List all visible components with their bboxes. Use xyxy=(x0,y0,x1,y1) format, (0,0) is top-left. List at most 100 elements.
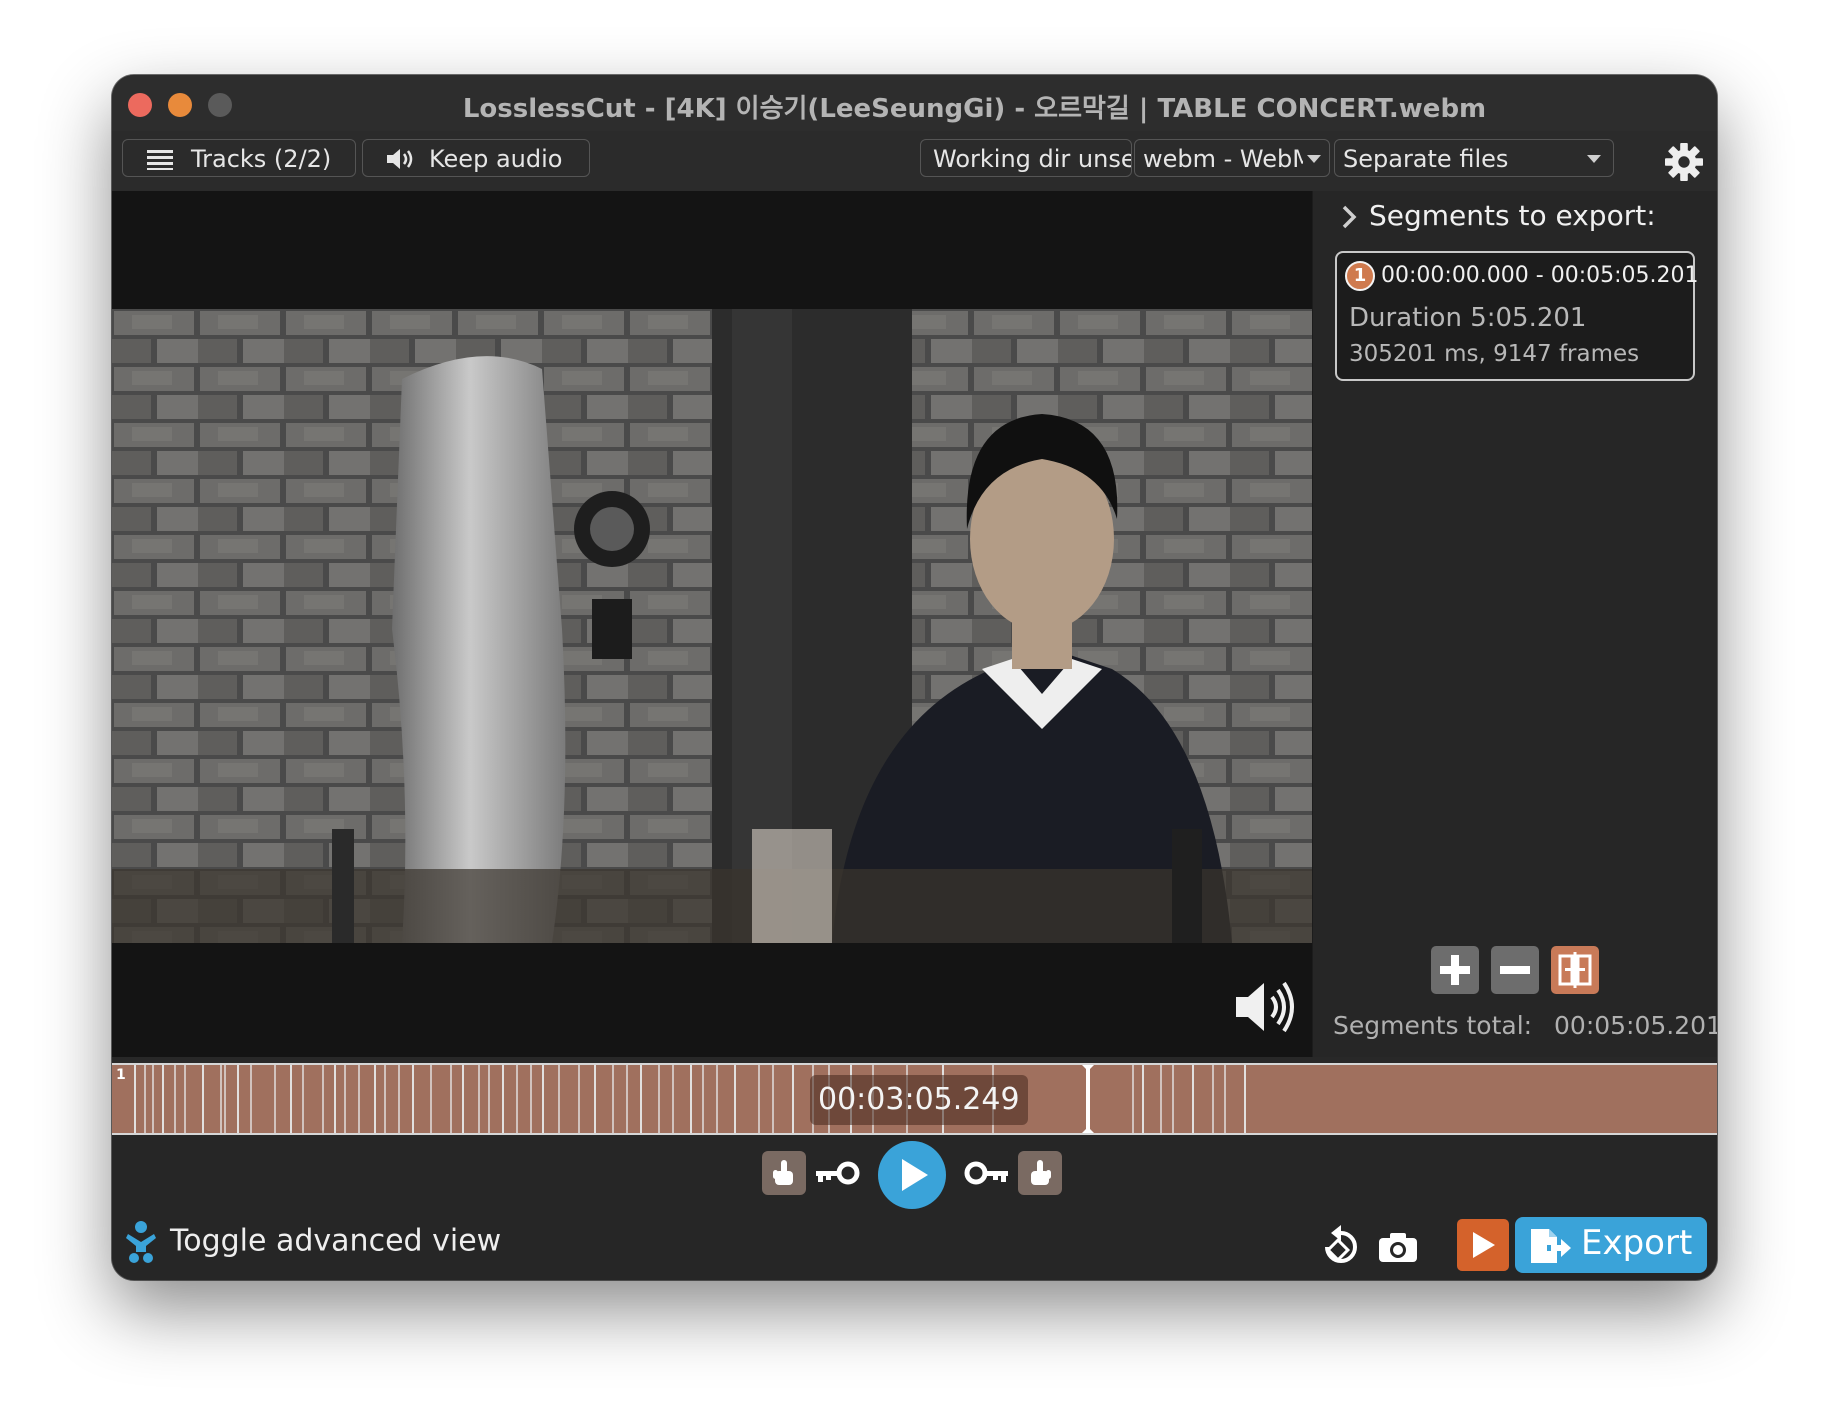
app-window: LosslessCut - [4K] 이승기(LeeSeungGi) - 오르막… xyxy=(112,75,1717,1280)
keyframe-tick xyxy=(334,1065,336,1133)
keyframe-tick xyxy=(1212,1065,1214,1133)
keyframe-tick xyxy=(152,1065,154,1133)
keyframe-tick xyxy=(578,1065,580,1133)
keyframe-tick xyxy=(758,1065,760,1133)
segments-total: Segments total: 00:05:05.201 xyxy=(1333,1011,1717,1040)
keyframe-tick xyxy=(1172,1065,1174,1133)
keyframe-tick xyxy=(792,1065,794,1133)
rotate-icon xyxy=(1325,1225,1357,1263)
keyframe-tick xyxy=(134,1065,136,1133)
keyframe-tick xyxy=(322,1065,324,1133)
keyframe-tick xyxy=(1224,1065,1226,1133)
capture-button[interactable] xyxy=(1457,1219,1509,1271)
jump-cut-end-button[interactable] xyxy=(962,1151,1012,1195)
keyframe-tick xyxy=(344,1065,346,1133)
set-cut-start-button[interactable] xyxy=(762,1151,806,1195)
keyframe-tick xyxy=(488,1065,490,1133)
volume-icon[interactable] xyxy=(1234,979,1298,1035)
segment-detail: 305201 ms, 9147 frames xyxy=(1349,341,1640,367)
rotate-button[interactable] xyxy=(1317,1223,1365,1271)
bottom-controls: Toggle advanced view Export xyxy=(112,1135,1717,1280)
keyframe-tick xyxy=(384,1065,386,1133)
keyframe-tick xyxy=(716,1065,718,1133)
gear-icon[interactable] xyxy=(1665,143,1703,181)
segment-duration: Duration 5:05.201 xyxy=(1349,303,1587,333)
segment-item[interactable]: 1 00:00:00.000 - 00:05:05.201 Duration 5… xyxy=(1335,251,1699,381)
keyframe-tick xyxy=(612,1065,614,1133)
minus-icon xyxy=(1500,966,1530,974)
video-frame-image xyxy=(112,309,1312,943)
segments-total-value: 00:05:05.201 xyxy=(1554,1011,1717,1040)
keyframe-tick xyxy=(772,1065,774,1133)
keyframe-tick xyxy=(462,1065,464,1133)
play-icon xyxy=(902,1159,928,1191)
top-toolbar: Tracks (2/2) Keep audio Working dir unse… xyxy=(112,131,1717,191)
keyframe-tick xyxy=(1244,1065,1246,1133)
keyframe-tick xyxy=(450,1065,452,1133)
keyframe-tick xyxy=(250,1065,252,1133)
play-button[interactable] xyxy=(878,1141,946,1209)
split-segment-icon xyxy=(1558,952,1592,988)
keyframe-tick xyxy=(1192,1065,1194,1133)
output-mode-value: Separate files xyxy=(1343,145,1509,173)
play-icon xyxy=(1473,1232,1495,1258)
hand-point-left-icon xyxy=(773,1160,793,1185)
keyframe-tick xyxy=(202,1065,204,1133)
close-window-button[interactable] xyxy=(128,93,152,117)
tracks-label: Tracks (2/2) xyxy=(191,145,332,173)
split-segment-button[interactable] xyxy=(1551,946,1599,994)
playhead-cursor[interactable] xyxy=(1082,1065,1094,1133)
keyframe-tick xyxy=(558,1065,560,1133)
keyframe-tick xyxy=(358,1065,360,1133)
segments-header-label: Segments to export: xyxy=(1369,199,1656,232)
video-player[interactable] xyxy=(112,191,1312,1057)
window-title: LosslessCut - [4K] 이승기(LeeSeungGi) - 오르막… xyxy=(462,94,1487,124)
working-dir-label: Working dir unset xyxy=(933,145,1132,173)
keep-audio-button[interactable]: Keep audio xyxy=(362,139,590,177)
keyframe-tick xyxy=(516,1065,518,1133)
segments-panel: Segments to export: 1 00:00:00.000 - 00:… xyxy=(1312,191,1717,1057)
title-bar: LosslessCut - [4K] 이승기(LeeSeungGi) - 오르막… xyxy=(112,75,1717,132)
timeline[interactable]: 1 00:03:05.249 xyxy=(112,1063,1717,1135)
keyframe-tick xyxy=(184,1065,186,1133)
chevron-down-icon xyxy=(1587,155,1601,163)
remove-segment-button[interactable] xyxy=(1491,946,1539,994)
capture-frame-button[interactable] xyxy=(1374,1223,1422,1271)
set-cut-end-button[interactable] xyxy=(1018,1151,1062,1195)
tracks-button[interactable]: Tracks (2/2) xyxy=(122,139,356,177)
working-dir-button[interactable]: Working dir unset xyxy=(920,139,1132,177)
keyframe-tick xyxy=(1142,1065,1144,1133)
export-label: Export xyxy=(1581,1223,1693,1263)
export-button[interactable]: Export xyxy=(1515,1217,1707,1273)
key-right-icon xyxy=(964,1161,1008,1185)
keyframe-tick xyxy=(734,1065,736,1133)
jump-cut-start-button[interactable] xyxy=(812,1151,862,1195)
speaker-icon xyxy=(387,149,413,169)
keyframe-tick xyxy=(162,1065,164,1133)
segments-total-label: Segments total: xyxy=(1333,1011,1533,1040)
segment-range: 00:00:00.000 - 00:05:05.201 xyxy=(1381,263,1699,288)
keyframe-tick xyxy=(690,1065,692,1133)
keyframe-tick xyxy=(412,1065,414,1133)
format-select[interactable]: webm - WebM xyxy=(1134,139,1330,177)
keyframe-tick xyxy=(430,1065,432,1133)
format-select-value: webm - WebM xyxy=(1143,145,1303,173)
keyframe-tick xyxy=(1160,1065,1162,1133)
output-mode-select[interactable]: Separate files xyxy=(1334,139,1614,177)
chevron-right-icon xyxy=(1342,205,1357,229)
camera-icon xyxy=(1379,1233,1417,1262)
list-icon xyxy=(147,150,173,170)
zoom-window-button[interactable] xyxy=(208,93,232,117)
toggle-advanced-view-label: Toggle advanced view xyxy=(170,1223,502,1259)
keyframe-tick xyxy=(672,1065,674,1133)
add-segment-button[interactable] xyxy=(1431,946,1479,994)
keyframe-tick xyxy=(220,1065,222,1133)
keyframe-tick xyxy=(144,1065,146,1133)
segments-header[interactable]: Segments to export: xyxy=(1341,199,1656,232)
toggle-advanced-view[interactable]: Toggle advanced view xyxy=(124,1220,501,1264)
keyframe-tick xyxy=(702,1065,704,1133)
minimize-window-button[interactable] xyxy=(168,93,192,117)
timeline-segment-label: 1 xyxy=(116,1067,126,1083)
keyframe-tick xyxy=(658,1065,660,1133)
keyframe-tick xyxy=(398,1065,400,1133)
